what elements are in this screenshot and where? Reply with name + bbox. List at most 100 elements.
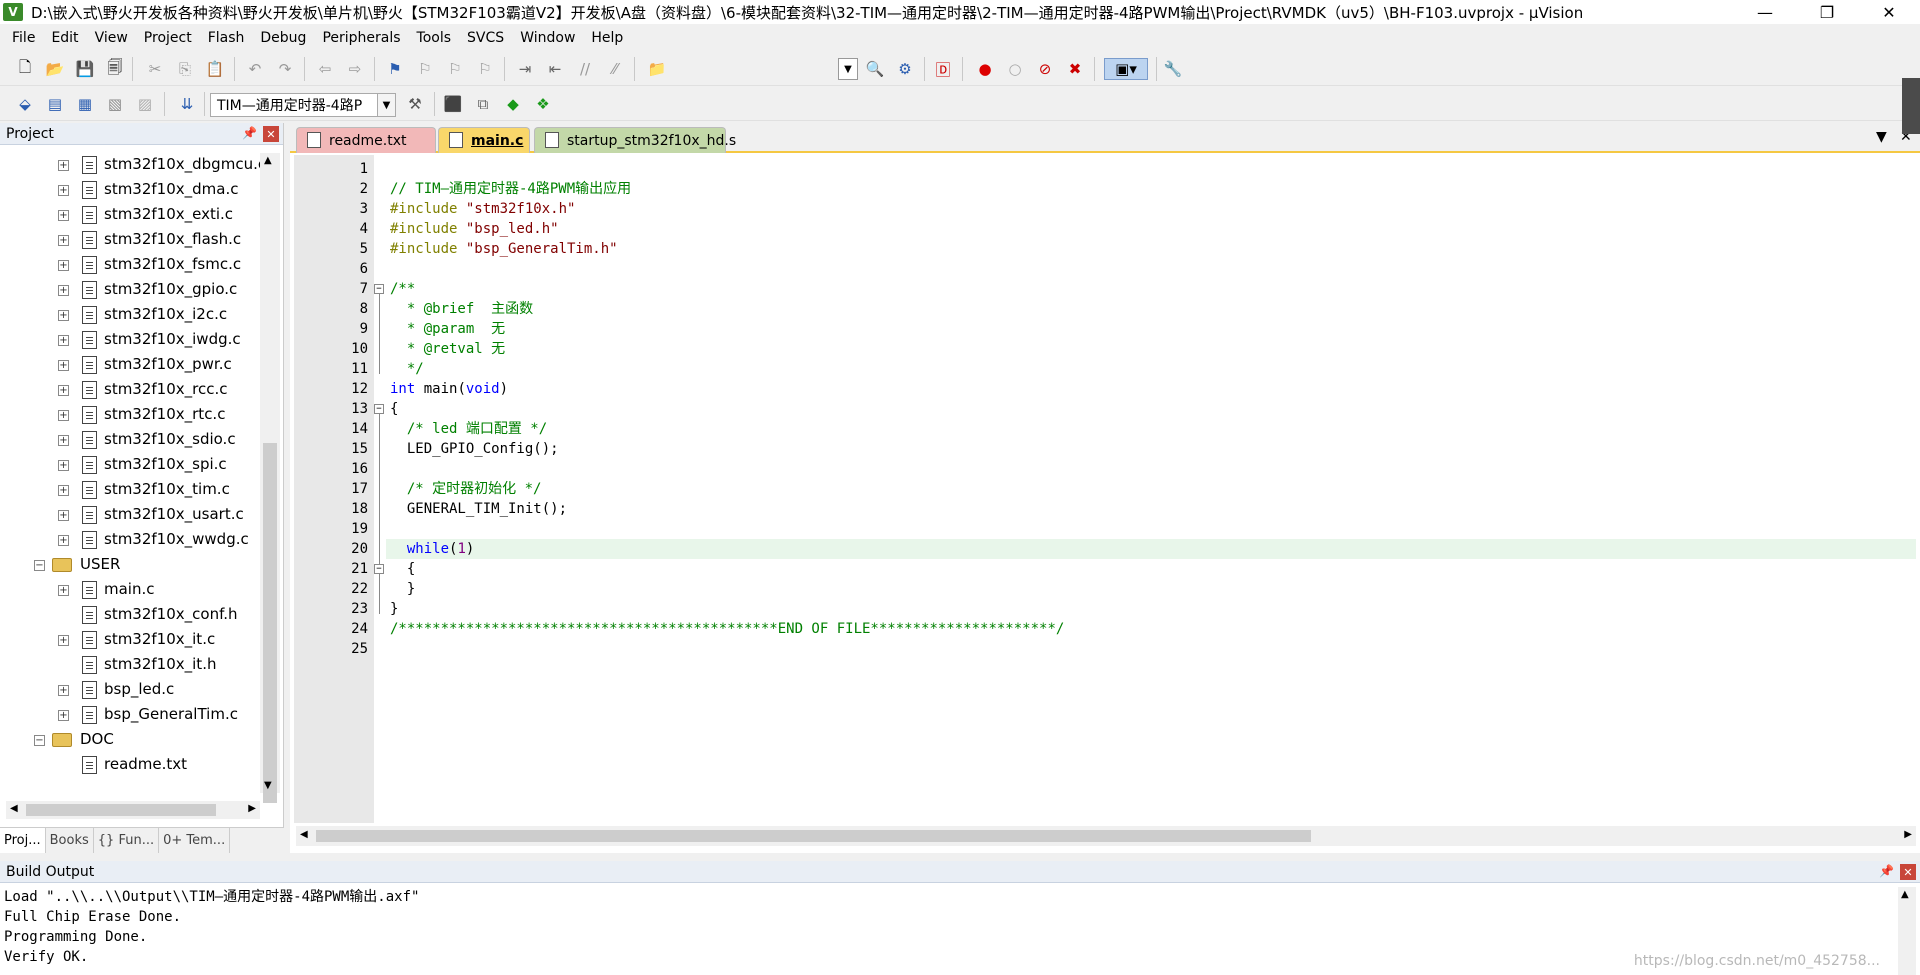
expand-icon[interactable]: + [58,685,69,696]
scroll-left-icon[interactable]: ◀ [300,829,308,840]
scroll-right-icon[interactable]: ▶ [248,803,256,814]
panel-tab-1[interactable]: Books [46,828,94,853]
prev-bookmark-icon[interactable]: ⚐ [414,58,436,80]
expand-icon[interactable]: + [58,435,69,446]
code-line[interactable]: /***************************************… [390,619,1064,639]
code-line[interactable]: #include "bsp_led.h" [390,219,559,239]
find-combo-dropdown-icon[interactable]: ▼ [838,58,858,80]
fold-toggle-icon[interactable]: − [374,284,384,294]
code-line[interactable]: */ [390,359,424,379]
tree-file[interactable]: + stm32f10x_gpio.c [0,278,260,303]
tree-file[interactable]: + stm32f10x_sdio.c [0,428,260,453]
build-icon[interactable]: ▤ [44,93,66,115]
translate-icon[interactable]: ⬙ [14,93,36,115]
target-select[interactable]: TIM—通用定时器-4路P ▼ [210,93,396,117]
tab-readme[interactable]: readme.txt [296,127,436,153]
tab-list-dropdown-icon[interactable]: ▼ [1876,129,1887,145]
code-line[interactable]: } [390,599,398,619]
disable-breakpoint-icon[interactable]: ○ [1004,58,1026,80]
tree-file[interactable]: + stm32f10x_i2c.c [0,303,260,328]
tree-file[interactable]: + stm32f10x_rtc.c [0,403,260,428]
next-bookmark-icon[interactable]: ⚐ [444,58,466,80]
batch-build-icon[interactable]: ▧ [104,93,126,115]
scrollbar-thumb[interactable] [263,443,277,803]
tree-file[interactable]: + stm32f10x_dma.c [0,178,260,203]
tree-file[interactable]: stm32f10x_conf.h [0,603,260,628]
expand-icon[interactable]: + [58,160,69,171]
fold-toggle-icon[interactable]: − [374,404,384,414]
tab-main-c[interactable]: main.c [438,127,530,153]
code-line[interactable]: /** [390,279,415,299]
expand-icon[interactable]: + [58,335,69,346]
pin-icon[interactable]: 📌 [242,126,257,140]
code-line[interactable]: GENERAL_TIM_Init(); [390,499,567,519]
code-line[interactable]: LED_GPIO_Config(); [390,439,559,459]
menu-tools[interactable]: Tools [409,30,460,46]
code-line[interactable]: /* led 端口配置 */ [390,419,547,439]
bookmark-icon[interactable]: ⚑ [384,58,406,80]
expand-icon[interactable]: + [58,285,69,296]
maximize-button[interactable]: ❐ [1804,0,1850,24]
tree-file[interactable]: + stm32f10x_wwdg.c [0,528,260,553]
tree-file[interactable]: + stm32f10x_iwdg.c [0,328,260,353]
code-line[interactable]: // TIM—通用定时器-4路PWM输出应用 [390,179,631,199]
panel-tab-2[interactable]: {} Fun... [94,828,160,853]
target-options-icon[interactable]: ⚒ [404,93,426,115]
expand-icon[interactable]: + [58,260,69,271]
navigate-forward-icon[interactable]: ⇨ [344,58,366,80]
cut-icon[interactable]: ✂ [144,58,166,80]
start-debug-icon[interactable]: 🄳 [932,58,954,80]
configure-icon[interactable]: 🔧 [1162,58,1184,80]
menu-debug[interactable]: Debug [252,30,314,46]
tree-file[interactable]: + stm32f10x_exti.c [0,203,260,228]
scroll-down-icon[interactable]: ▼ [264,780,272,791]
tree-file[interactable]: + stm32f10x_pwr.c [0,353,260,378]
code-line[interactable]: /* 定时器初始化 */ [390,479,542,499]
expand-icon[interactable]: + [58,510,69,521]
new-file-icon[interactable]: 🗋 [14,58,36,80]
rebuild-icon[interactable]: ▦ [74,93,96,115]
pack-installer-icon[interactable]: ❖ [532,93,554,115]
tree-file[interactable]: + stm32f10x_it.c [0,628,260,653]
code-line[interactable]: * @retval 无 [390,339,505,359]
expand-icon[interactable]: + [58,210,69,221]
scroll-right-icon[interactable]: ▶ [1904,829,1912,840]
close-icon[interactable]: ✕ [263,126,279,142]
navigate-back-icon[interactable]: ⇦ [314,58,336,80]
code-line[interactable]: int main(void) [390,379,508,399]
tree-folder[interactable]: − USER [0,553,260,578]
download-icon[interactable]: ⇊ [176,93,198,115]
tree-file[interactable]: + bsp_led.c [0,678,260,703]
code-line[interactable]: { [390,559,415,579]
stop-build-icon[interactable]: ▨ [134,93,156,115]
menu-help[interactable]: Help [583,30,631,46]
save-icon[interactable]: 💾 [74,58,96,80]
tree-file[interactable]: + bsp_GeneralTim.c [0,703,260,728]
code-line[interactable]: { [390,399,398,419]
editor-horizontal-scrollbar[interactable]: ◀ ▶ [296,826,1916,846]
expand-icon[interactable]: + [58,635,69,646]
collapse-icon[interactable]: − [34,735,45,746]
paste-icon[interactable]: 📋 [204,58,226,80]
expand-icon[interactable]: + [58,460,69,471]
tree-file[interactable]: + main.c [0,578,260,603]
code-line[interactable]: #include "bsp_GeneralTim.h" [390,239,618,259]
code-line[interactable]: * @param 无 [390,319,505,339]
tree-file[interactable]: stm32f10x_it.h [0,653,260,678]
code-line[interactable]: * @brief 主函数 [390,299,533,319]
tree-folder[interactable]: − DOC [0,728,260,753]
incremental-find-icon[interactable]: ⚙ [894,58,916,80]
clear-bookmarks-icon[interactable]: ⚐ [474,58,496,80]
panel-tab-3[interactable]: 0+ Tem... [159,828,231,853]
uncomment-icon[interactable]: ⁄⁄ [604,58,626,80]
indent-icon[interactable]: ⇥ [514,58,536,80]
project-tree-horizontal-scrollbar[interactable]: ◀ ▶ [6,801,260,819]
tree-file[interactable]: + stm32f10x_fsmc.c [0,253,260,278]
code-line[interactable]: #include "stm32f10x.h" [390,199,575,219]
code-line[interactable]: while(1) [390,539,474,559]
menu-view[interactable]: View [87,30,136,46]
scroll-left-icon[interactable]: ◀ [10,803,18,814]
minimize-button[interactable]: — [1742,0,1788,24]
comment-icon[interactable]: // [574,58,596,80]
right-dock-strip[interactable] [1902,78,1920,134]
